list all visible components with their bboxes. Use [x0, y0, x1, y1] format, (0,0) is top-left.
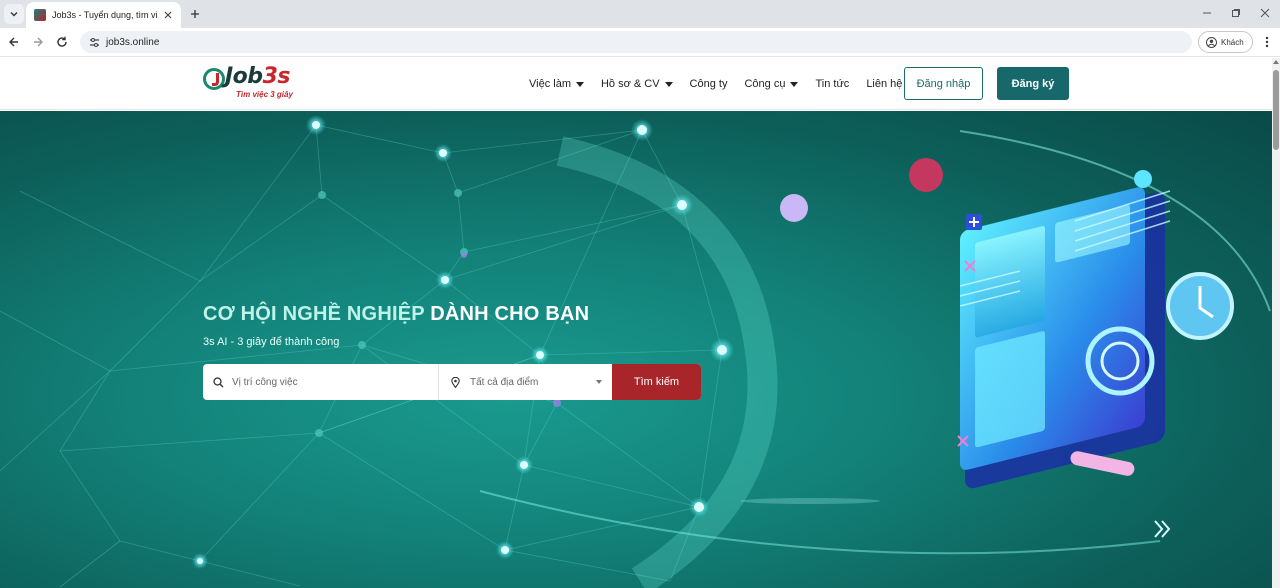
tab-close-button[interactable] — [161, 8, 175, 22]
close-icon — [1260, 8, 1270, 18]
back-button[interactable] — [4, 32, 24, 52]
nav-label: Công ty — [689, 78, 728, 90]
site-favicon-icon — [34, 9, 46, 21]
profile-button[interactable]: Khách — [1198, 31, 1253, 53]
hero-banner: CƠ HỘI NGHỀ NGHIỆP DÀNH CHO BẠN 3s AI - … — [0, 111, 1272, 588]
nav-item-cong-cu[interactable]: Công cụ — [744, 78, 799, 90]
search-icon — [213, 376, 224, 387]
page-scrollbar[interactable] — [1272, 58, 1280, 588]
logo-mark-icon — [203, 68, 225, 90]
map-pin-icon — [451, 376, 460, 388]
keyword-field[interactable] — [203, 364, 438, 400]
job-search-form: Tất cả địa điểm Tìm kiếm — [203, 364, 701, 400]
caret-down-icon — [664, 81, 673, 87]
nav-item-cong-ty[interactable]: Công ty — [690, 78, 728, 90]
site-header: Job3s Tìm việc 3 giây Việc làm Hồ sơ & C… — [0, 58, 1272, 110]
arrow-right-icon — [34, 37, 43, 47]
nav-item-ho-so-cv[interactable]: Hồ sơ & CV — [601, 78, 673, 90]
network-background-illustration — [0, 115, 1271, 588]
nav-label: Công cụ — [744, 78, 786, 90]
user-icon — [1206, 36, 1217, 48]
nav-label: Tin tức — [815, 78, 850, 90]
caret-down-icon — [575, 81, 584, 87]
browser-tab-bar: Job3s - Tuyển dụng, tìm việc nh — [0, 0, 1280, 28]
main-navigation: Việc làm Hồ sơ & CV Công ty Công cụ Tin … — [529, 58, 919, 110]
register-button[interactable]: Đăng ký — [997, 67, 1069, 100]
login-button[interactable]: Đăng nhập — [904, 67, 983, 100]
browser-toolbar: job3s.online Khách — [0, 28, 1280, 57]
forward-button[interactable] — [28, 32, 48, 52]
caret-down-icon — [790, 81, 799, 87]
site-info-icon[interactable] — [88, 36, 100, 48]
minimize-window-button[interactable] — [1196, 4, 1218, 22]
new-tab-button[interactable] — [186, 5, 204, 23]
keyword-input[interactable] — [232, 376, 422, 388]
logo-text: Job3s — [225, 64, 290, 89]
arrow-left-icon — [9, 37, 18, 47]
nav-item-viec-lam[interactable]: Việc làm — [529, 78, 584, 90]
reload-icon — [57, 36, 67, 47]
chevron-down-icon — [10, 12, 18, 17]
search-button[interactable]: Tìm kiếm — [612, 364, 701, 400]
hero-subtitle: 3s AI - 3 giây để thành công — [203, 336, 340, 348]
caret-down-icon — [596, 380, 602, 384]
url-text: job3s.online — [106, 36, 160, 48]
nav-item-tin-tuc[interactable]: Tin tức — [815, 78, 849, 90]
scrollbar-thumb[interactable] — [1273, 70, 1279, 150]
address-bar[interactable]: job3s.online — [80, 31, 1192, 53]
browser-menu-button[interactable] — [1260, 33, 1274, 51]
more-vertical-icon — [1265, 36, 1269, 48]
profile-label: Khách — [1221, 37, 1244, 47]
job3s-logo[interactable]: Job3s Tìm việc 3 giây — [203, 64, 311, 106]
close-icon — [164, 11, 172, 19]
nav-label: Việc làm — [529, 78, 571, 90]
plus-icon — [191, 10, 199, 18]
location-select[interactable]: Tất cả địa điểm — [439, 364, 612, 400]
close-window-button[interactable] — [1254, 4, 1276, 22]
location-value: Tất cả địa điểm — [470, 376, 539, 388]
restore-icon — [1232, 9, 1240, 17]
nav-item-lien-he[interactable]: Liên hệ — [866, 78, 902, 90]
browser-tab-active[interactable]: Job3s - Tuyển dụng, tìm việc nh — [26, 2, 181, 28]
hero-title: CƠ HỘI NGHỀ NGHIỆP DÀNH CHO BẠN — [203, 303, 590, 325]
tune-icon — [89, 37, 99, 47]
minimize-icon — [1203, 12, 1211, 14]
scroll-up-arrow-icon[interactable] — [1273, 60, 1279, 64]
tab-title: Job3s - Tuyển dụng, tìm việc nh — [52, 10, 157, 20]
reload-button[interactable] — [52, 32, 72, 52]
tab-search-dropdown-button[interactable] — [4, 4, 24, 24]
logo-tagline: Tìm việc 3 giây — [236, 90, 293, 99]
nav-label: Liên hệ — [866, 78, 903, 90]
restore-window-button[interactable] — [1225, 4, 1247, 22]
nav-label: Hồ sơ & CV — [600, 78, 660, 90]
